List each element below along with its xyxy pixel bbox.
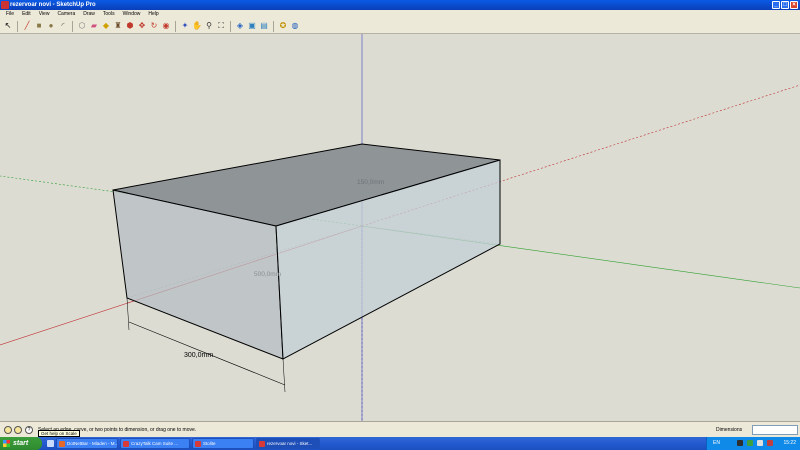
windows-logo-icon xyxy=(3,440,10,447)
task-app-icon xyxy=(259,441,265,447)
move-icon[interactable]: ✥ xyxy=(137,21,147,31)
window-title: rezervoar novi - SketchUp Pro xyxy=(10,2,96,8)
taskbar-item-label: CrazyTalk Cam Suite ... xyxy=(131,441,179,446)
rotate-icon[interactable]: ↻ xyxy=(149,21,159,31)
taskbar-item-label: Stolite xyxy=(203,441,216,446)
menu-view[interactable]: View xyxy=(35,10,54,19)
menu-draw[interactable]: Draw xyxy=(79,10,99,19)
eraser-icon[interactable]: ▰ xyxy=(89,21,99,31)
tray-security-icon[interactable] xyxy=(767,440,773,446)
main-toolbar: ↖ ╱ ■ ● ◜ ⬡ ▰ ◆ ♜ ⬢ ✥ ↻ ◉ ✦ ✋ ⚲ ⛶ ◈ ▣ ▤ ✪ ◍ xyxy=(0,19,800,34)
help-icon[interactable]: ? xyxy=(25,426,33,434)
menu-camera[interactable]: Camera xyxy=(53,10,79,19)
get-photo-texture-icon[interactable]: ✪ xyxy=(278,21,288,31)
clock: 15:22 xyxy=(783,440,796,446)
toolbar-separator xyxy=(273,20,274,32)
toolbar-separator xyxy=(175,20,176,32)
pan-icon[interactable]: ✋ xyxy=(192,21,202,31)
dimension-label-bottom[interactable]: 300,0mm xyxy=(184,352,213,359)
taskbar-item[interactable]: DotNetBar - Mladen - M... xyxy=(56,438,118,449)
toolbar-separator xyxy=(17,20,18,32)
dimension-label-middle[interactable]: 500,0mm xyxy=(254,271,281,278)
system-tray: EN 15:22 xyxy=(706,437,800,450)
maximize-button[interactable]: □ xyxy=(781,1,789,9)
zoom-extents-icon[interactable]: ⛶ xyxy=(216,21,226,31)
preview-google-earth-icon[interactable]: ◍ xyxy=(290,21,300,31)
sketchup-app-icon xyxy=(1,1,9,9)
rectangle-icon[interactable]: ■ xyxy=(34,21,44,31)
get-models-icon[interactable]: ◈ xyxy=(235,21,245,31)
tray-volume-icon[interactable] xyxy=(757,440,763,446)
title-bar[interactable]: rezervoar novi - SketchUp Pro _ □ × xyxy=(0,0,800,10)
share-component-icon[interactable]: ▤ xyxy=(259,21,269,31)
share-model-icon[interactable]: ▣ xyxy=(247,21,257,31)
quicklaunch-desktop-icon[interactable] xyxy=(47,440,54,447)
paint-bucket-icon[interactable]: ♜ xyxy=(113,21,123,31)
circle-icon[interactable]: ● xyxy=(46,21,56,31)
toolbar-separator xyxy=(230,20,231,32)
push-pull-icon[interactable]: ⬢ xyxy=(125,21,135,31)
orbit-icon[interactable]: ✦ xyxy=(180,21,190,31)
taskbar-item[interactable]: Stolite xyxy=(192,438,254,449)
tray-network-icon[interactable] xyxy=(747,440,753,446)
taskbar-item[interactable]: CrazyTalk Cam Suite ... xyxy=(120,438,190,449)
start-button[interactable]: start xyxy=(0,437,42,450)
line-icon[interactable]: ╱ xyxy=(22,21,32,31)
minimize-button[interactable]: _ xyxy=(772,1,780,9)
model-scene[interactable]: 300,0mm 500,0mm 150,0mm xyxy=(0,34,800,421)
tape-measure-icon[interactable]: ◆ xyxy=(101,21,111,31)
start-label: start xyxy=(13,440,29,447)
menu-window[interactable]: Window xyxy=(119,10,145,19)
taskbar-item-label: DotNetBar - Mladen - M... xyxy=(67,441,118,446)
menu-tools[interactable]: Tools xyxy=(99,10,119,19)
taskbar: start DotNetBar - Mladen - M... CrazyTalk… xyxy=(0,437,800,450)
help-tooltip: Get help on Scale xyxy=(38,430,80,437)
taskbar-item-label: rezervoar novi - Sket... xyxy=(267,441,313,446)
task-app-icon xyxy=(59,441,65,447)
toolbar-separator xyxy=(72,20,73,32)
arc-icon[interactable]: ◜ xyxy=(58,21,68,31)
vcb-label: Dimensions xyxy=(716,427,743,433)
menu-edit[interactable]: Edit xyxy=(18,10,35,19)
make-component-icon[interactable]: ⬡ xyxy=(77,21,87,31)
task-app-icon xyxy=(123,441,129,447)
dimension-extension-right xyxy=(282,358,286,393)
select-icon[interactable]: ↖ xyxy=(3,21,13,31)
task-app-icon xyxy=(195,441,201,447)
language-indicator[interactable]: EN xyxy=(713,440,720,446)
offset-icon[interactable]: ◉ xyxy=(161,21,171,31)
status-bar: ? Select an edge, curve, or two points t… xyxy=(0,421,800,437)
menu-help[interactable]: Help xyxy=(144,10,162,19)
vcb-input[interactable] xyxy=(752,425,798,435)
sketchup-window: rezervoar novi - SketchUp Pro _ □ × File… xyxy=(0,0,800,450)
taskbar-item[interactable]: rezervoar novi - Sket... xyxy=(256,438,320,449)
credits-icon[interactable] xyxy=(14,426,22,434)
zoom-icon[interactable]: ⚲ xyxy=(204,21,214,31)
dimension-label-top[interactable]: 150,0mm xyxy=(357,179,384,186)
tray-app-icon[interactable] xyxy=(737,440,743,446)
menu-bar: File Edit View Camera Draw Tools Window Help xyxy=(0,10,800,19)
menu-file[interactable]: File xyxy=(2,10,18,19)
geo-location-icon[interactable] xyxy=(4,426,12,434)
close-button[interactable]: × xyxy=(790,1,798,9)
model-viewport[interactable]: 300,0mm 500,0mm 150,0mm xyxy=(0,34,800,421)
